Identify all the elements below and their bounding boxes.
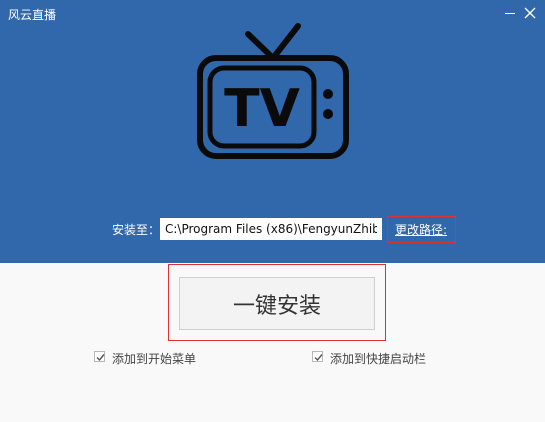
one-click-install-button[interactable]: 一键安装	[179, 277, 375, 330]
quick-launch-label: 添加到快捷启动栏	[330, 352, 427, 366]
checkmark-icon	[96, 354, 105, 362]
install-path-label: 安装至：	[112, 223, 161, 237]
install-path-row: 安装至： 更改路径:	[0, 216, 545, 243]
window-title: 风云直播	[8, 8, 57, 22]
quick-launch-checkbox[interactable]	[312, 351, 323, 362]
start-menu-checkbox[interactable]	[94, 351, 105, 362]
tv-logo-text: TV	[224, 79, 300, 139]
checkmark-icon	[314, 354, 323, 362]
change-path-link[interactable]: 更改路径:	[395, 221, 447, 238]
header-panel: 风云直播 TV 安装至： 更改路径:	[0, 0, 545, 263]
close-icon[interactable]	[522, 5, 538, 21]
start-menu-label: 添加到开始菜单	[112, 352, 197, 366]
tv-icon: TV	[197, 23, 349, 159]
minimize-icon[interactable]	[502, 5, 518, 21]
install-path-input[interactable]	[160, 218, 382, 240]
